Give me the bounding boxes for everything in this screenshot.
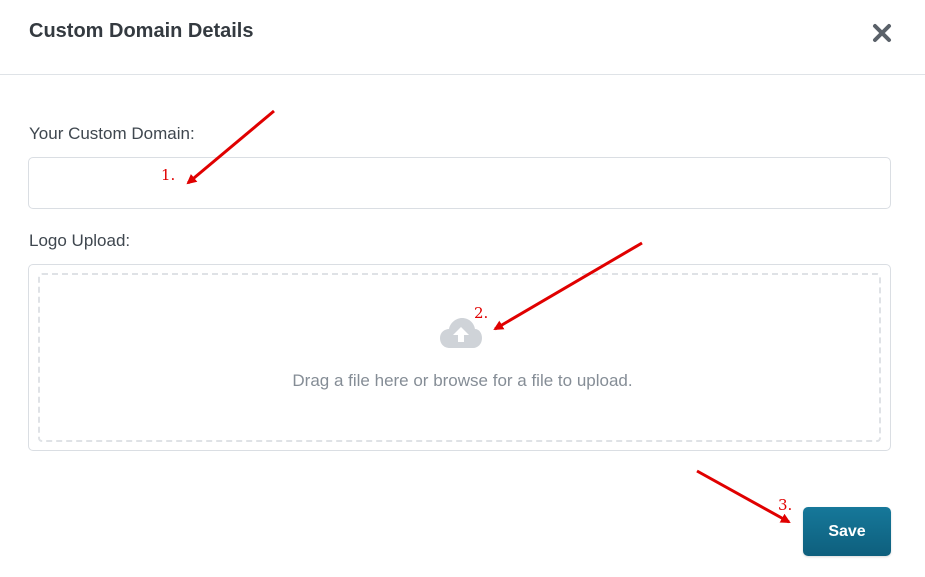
annotation-arrow-3: [696, 469, 791, 524]
annotation-step-3: 3.: [778, 496, 793, 514]
dropzone-drop-area[interactable]: [38, 273, 881, 442]
close-icon[interactable]: [871, 22, 893, 44]
dialog-header: Custom Domain Details: [0, 0, 925, 75]
custom-domain-label: Your Custom Domain:: [29, 124, 195, 143]
annotation-step-2: 2.: [474, 304, 489, 322]
dialog-title: Custom Domain Details: [29, 20, 254, 42]
logo-upload-label: Logo Upload:: [29, 231, 131, 250]
cloud-upload-icon: [440, 318, 482, 348]
dropzone-text: Drag a file here or browse for a file to…: [292, 371, 633, 390]
annotation-step-1: 1.: [161, 166, 176, 184]
custom-domain-input[interactable]: [28, 157, 891, 209]
save-button[interactable]: Save: [803, 507, 891, 556]
logo-upload-dropzone: [28, 264, 891, 451]
